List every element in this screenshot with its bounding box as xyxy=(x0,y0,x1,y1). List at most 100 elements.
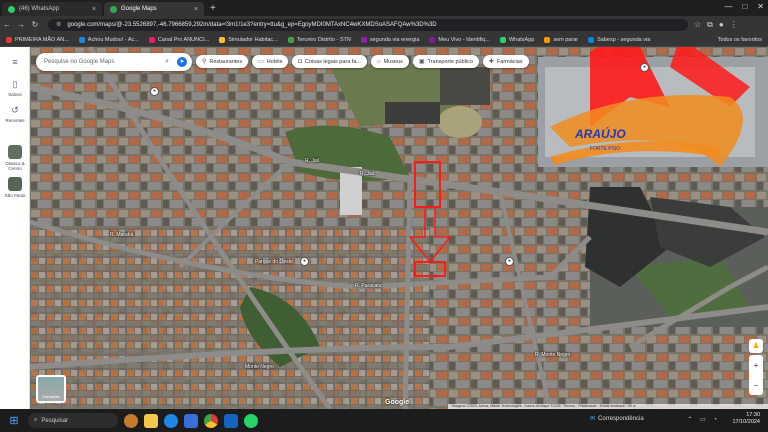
sidebar-item-recent-place-1[interactable]: Osasco & Centro xyxy=(0,145,30,171)
restaurant-icon: ⚲ xyxy=(202,59,207,65)
profile-icon[interactable]: ● xyxy=(719,20,724,29)
search-icon: ⌕ xyxy=(34,417,38,423)
pegman-icon[interactable]: ♟ xyxy=(749,339,763,353)
site-info-icon[interactable]: ⚙ xyxy=(56,21,61,28)
bookmark-1[interactable]: Achou Mudou! - Ac... xyxy=(78,36,139,43)
bookmark-favicon-icon xyxy=(499,36,506,43)
sidebar-item-recent-place-2[interactable]: São Paulo xyxy=(0,177,30,198)
bookmark-7[interactable]: WhatsApp xyxy=(499,36,534,43)
taskbar-search-input[interactable]: ⌕ Pesquisar xyxy=(28,413,118,428)
layers-button[interactable]: Camadas xyxy=(36,375,66,403)
bookmark-favicon-icon xyxy=(360,36,367,43)
bookmarks-bar: PRIMEIRA MÃO AN... Achou Mudou! - Ac... … xyxy=(0,33,768,47)
bookmark-icon: ▯ xyxy=(12,79,18,89)
poi-label-parque: Parque do Oeste xyxy=(255,259,293,265)
satellite-map[interactable]: ARAÚJO FORTE PISO R. Jaú R. Jaú Parque d… xyxy=(30,47,768,409)
tab-label: (46) WhatsApp xyxy=(19,6,60,12)
poi-marker-icon[interactable]: ● xyxy=(150,87,159,96)
bookmark-8[interactable]: sem parar xyxy=(544,36,578,43)
all-bookmarks-link[interactable]: Todos os favoritos xyxy=(718,37,762,43)
chip-transit[interactable]: ▣ Transporte público xyxy=(412,55,479,68)
street-label-maraba: R. Marabá xyxy=(110,232,134,238)
file-explorer-icon[interactable] xyxy=(144,413,158,428)
bookmark-6[interactable]: Meu Vivo - Identifiq... xyxy=(429,36,490,43)
street-label-paracatu: R. Paracatu xyxy=(355,283,382,289)
reload-icon[interactable]: ↻ xyxy=(28,20,42,29)
street-label-jau: R. Jaú xyxy=(305,158,320,164)
bookmark-favicon-icon xyxy=(6,36,12,43)
bookmark-9[interactable]: Sabesp - segunda via xyxy=(588,36,650,43)
edge-icon[interactable] xyxy=(164,413,178,428)
search-input[interactable]: Pesquise no Google Maps ⌕ ➤ xyxy=(36,53,192,71)
minimize-icon[interactable]: — xyxy=(724,2,732,11)
address-bar-row: ← → ↻ ⚙ google.com/maps/@-23.5526897,-46… xyxy=(0,16,768,33)
poi-marker-icon[interactable]: ● xyxy=(505,257,514,266)
street-label-monte-negro-2: Monte Negro xyxy=(245,364,274,370)
sidebar-item-saved[interactable]: ▯ Salvos xyxy=(0,79,30,97)
mail-icon[interactable] xyxy=(224,413,238,428)
bookmark-favicon-icon xyxy=(588,36,595,43)
chip-restaurants[interactable]: ⚲ Restaurantes xyxy=(196,55,249,68)
museum-icon: ⌂ xyxy=(376,58,381,65)
close-window-icon[interactable]: ✕ xyxy=(757,2,764,11)
store-icon[interactable] xyxy=(184,413,198,428)
overlay-brand-sub: FORTE PISO xyxy=(590,146,621,152)
chip-things-to-do[interactable]: ◘ Coisas legais para fa... xyxy=(292,55,367,68)
menu-icon[interactable]: ⋮ xyxy=(730,20,738,29)
browser-tab-bar: (46) WhatsApp × Google Maps × + — □ ✕ xyxy=(0,0,768,16)
zoom-in-icon[interactable]: + xyxy=(754,361,759,370)
bookmark-5[interactable]: segunda via energia xyxy=(360,36,419,43)
chip-museums[interactable]: ⌂ Museus xyxy=(370,55,409,68)
zoom-controls: + − xyxy=(749,355,763,395)
bookmark-favicon-icon xyxy=(544,36,551,43)
maximize-icon[interactable]: □ xyxy=(742,2,747,11)
close-icon[interactable]: × xyxy=(92,6,96,13)
hamburger-icon: ≡ xyxy=(12,57,18,67)
search-placeholder: Pesquise no Google Maps xyxy=(44,59,115,65)
search-icon[interactable]: ⌕ xyxy=(165,58,169,66)
transit-icon: ▣ xyxy=(418,59,425,65)
bookmark-0[interactable]: PRIMEIRA MÃO AN... xyxy=(6,36,69,43)
taskbar-notification[interactable]: ✉ Correspondência xyxy=(590,415,644,423)
windows-start-icon[interactable]: ⊞ xyxy=(6,413,22,429)
url-text: google.com/maps/@-23.5526897,-46.7966859… xyxy=(67,21,437,28)
place-thumbnail xyxy=(8,177,22,191)
close-icon[interactable]: × xyxy=(194,6,198,13)
taskbar: ⊞ ⌕ Pesquisar ✉ Correspondência ⌃ ▭ ◔ 17… xyxy=(0,409,768,432)
new-tab-button[interactable]: + xyxy=(204,2,222,16)
poi-marker-icon[interactable]: ● xyxy=(640,63,649,72)
whatsapp-icon xyxy=(8,5,15,13)
bookmark-2[interactable]: Canal Pro ANUNCI... xyxy=(148,36,209,43)
bookmark-3[interactable]: Simulador Habitac... xyxy=(219,36,278,43)
pharmacy-icon: ✚ xyxy=(488,59,494,65)
overlay-brand-text: ARAÚJO xyxy=(575,127,626,141)
bookmark-favicon-icon xyxy=(429,36,436,43)
forward-icon[interactable]: → xyxy=(14,20,28,29)
street-label-monte-negro: R. Monte Negro xyxy=(535,352,571,358)
extensions-icon[interactable]: ⧉ xyxy=(707,20,713,30)
chip-hotels[interactable]: ▭ Hotéis xyxy=(252,55,289,68)
zoom-out-icon[interactable]: − xyxy=(754,381,759,390)
chrome-icon[interactable] xyxy=(204,413,218,428)
taskbar-app-icon[interactable] xyxy=(124,413,138,428)
menu-button[interactable]: ≡ xyxy=(0,57,30,69)
whatsapp-taskbar-icon[interactable] xyxy=(244,413,258,428)
camera-icon: ◘ xyxy=(298,58,303,65)
chip-pharmacies[interactable]: ✚ Farmácias xyxy=(482,55,529,68)
bookmark-favicon-icon xyxy=(219,36,226,43)
sidebar-item-recent[interactable]: ↺ Recentes xyxy=(0,105,30,123)
google-maps-icon xyxy=(110,5,117,13)
bookmark-favicon-icon xyxy=(78,36,85,43)
bookmark-4[interactable]: Terceiro Distrito - STN xyxy=(287,36,351,43)
url-input[interactable]: ⚙ google.com/maps/@-23.5526897,-46.79668… xyxy=(48,18,688,31)
mail-icon: ✉ xyxy=(590,416,596,422)
tab-whatsapp[interactable]: (46) WhatsApp × xyxy=(2,2,102,16)
tab-google-maps[interactable]: Google Maps × xyxy=(104,2,204,16)
star-icon[interactable]: ☆ xyxy=(694,20,701,29)
system-clock[interactable]: 17:30 17/10/2024 xyxy=(732,412,760,426)
poi-marker-icon[interactable]: ● xyxy=(300,257,309,266)
directions-icon[interactable]: ➤ xyxy=(177,57,187,67)
system-tray-icons[interactable]: ⌃ ▭ ◔ xyxy=(687,416,720,423)
google-logo: Google xyxy=(385,399,410,406)
back-icon[interactable]: ← xyxy=(0,20,14,29)
